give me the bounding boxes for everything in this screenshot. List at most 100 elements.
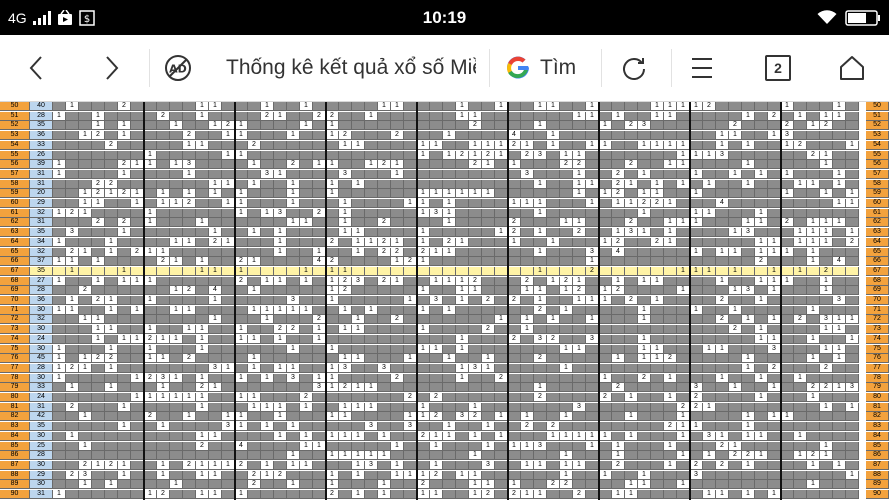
grid-cell (365, 363, 378, 373)
grid-cell (235, 344, 248, 354)
grid-cell: 2 (417, 431, 430, 441)
back-icon (29, 55, 43, 81)
grid-cell: 1 (118, 121, 131, 131)
grid-cell (92, 363, 105, 373)
grid-cell: 1 (92, 460, 105, 470)
grid-cell (235, 140, 248, 150)
grid-cell (469, 315, 482, 325)
grid-cell (66, 179, 79, 189)
forward-button[interactable] (90, 35, 134, 101)
grid-cell (508, 169, 521, 179)
grid-cell (157, 286, 170, 296)
grid-cell (833, 276, 846, 286)
table-row: 63 35 3 1 1 1 1 1 1 1 1 2 1 2 1 3 1 1 1 3 1 1 1 1 63 (0, 228, 889, 238)
grid-cell (794, 121, 807, 131)
grid-cell (742, 441, 755, 451)
grid-cell: 1 (664, 111, 677, 121)
grid-cell (365, 218, 378, 228)
grid-cell: 3 (690, 470, 703, 480)
grid-cell (300, 237, 313, 247)
reload-button[interactable] (616, 35, 652, 101)
grid-cell: 2 (235, 460, 248, 470)
grid-cell (599, 199, 612, 208)
grid-cell (742, 257, 755, 267)
grid-cell (92, 286, 105, 296)
grid-cell (53, 189, 66, 199)
grid-cell (820, 354, 833, 364)
grid-cell: 1 (53, 373, 66, 383)
grid-cell (378, 460, 391, 470)
grid-cell: 1 (443, 431, 456, 441)
grid-cell (547, 363, 560, 373)
grid-cell: 1 (157, 247, 170, 257)
ad-block-button[interactable]: AD (160, 35, 196, 101)
grid-cell: 2 (144, 334, 157, 344)
statistics-grid[interactable]: 50 40 1 2 1 1 1 1 1 1 1 1 1 1 1 1 1 1 1 2 1 1 50 51 28 1 1 2 1 2 1 2 2 1 1… (0, 102, 889, 500)
grid-cell (417, 266, 430, 276)
grid-cell (157, 441, 170, 451)
home-button[interactable] (834, 35, 870, 101)
grid-cell: 1 (664, 218, 677, 228)
grid-cell (846, 286, 859, 296)
google-search-button[interactable] (500, 35, 536, 101)
grid-cell: 1 (573, 150, 586, 160)
grid-cell (703, 218, 716, 228)
grid-cell (274, 296, 287, 305)
grid-cell (339, 344, 352, 354)
grid-cell (430, 266, 443, 276)
grid-cell (339, 480, 352, 490)
page-title[interactable]: Thống kê kết quả xổ số Miề (226, 35, 476, 101)
grid-cell (430, 373, 443, 383)
grid-cell (664, 131, 677, 141)
grid-cell (599, 160, 612, 170)
grid-cell: 1 (469, 402, 482, 412)
grid-cell: 2 (66, 402, 79, 412)
grid-cell: 2 (482, 490, 495, 499)
grid-cell (547, 393, 560, 402)
row-number-left: 66 (0, 257, 30, 267)
grid-cell (339, 296, 352, 305)
grid-cell: 4 (833, 257, 846, 267)
grid-cell (469, 218, 482, 228)
menu-button[interactable] (684, 35, 720, 101)
grid-cell (365, 189, 378, 199)
grid-cell (170, 490, 183, 499)
grid-cell: 1 (742, 111, 755, 121)
grid-cell: 1 (235, 131, 248, 141)
row-count: 30 (30, 480, 53, 490)
grid-cell (196, 296, 209, 305)
grid-cell (443, 363, 456, 373)
grid-cell (651, 160, 664, 170)
grid-cell: 1 (53, 305, 66, 315)
grid-cell (105, 111, 118, 121)
grid-cell (170, 266, 183, 276)
grid-cell (79, 111, 92, 121)
tab-switcher-button[interactable]: 2 (760, 35, 796, 101)
grid-cell: 1 (352, 179, 365, 189)
back-button[interactable] (14, 35, 58, 101)
grid-cell (729, 373, 742, 383)
grid-cell: 1 (417, 150, 430, 160)
grid-cell: 1 (157, 354, 170, 364)
grid-cell: 1 (378, 451, 391, 461)
grid-cell (79, 140, 92, 150)
grid-cell: 1 (365, 383, 378, 393)
grid-cell (105, 131, 118, 141)
grid-cell (729, 111, 742, 121)
row-count: 26 (30, 150, 53, 160)
grid-cell (53, 266, 66, 276)
grid-cell (482, 344, 495, 354)
grid-cell: 1 (482, 441, 495, 451)
grid-cell (183, 344, 196, 354)
grid-cell: 2 (729, 325, 742, 335)
grid-cell (183, 334, 196, 344)
search-label[interactable]: Tìm (540, 35, 576, 101)
grid-cell (521, 218, 534, 228)
grid-cell: 1 (690, 150, 703, 160)
grid-cell: 3 (469, 363, 482, 373)
grid-cell (612, 208, 625, 218)
grid-cell: 1 (118, 422, 131, 432)
grid-cell: 1 (287, 131, 300, 141)
grid-cell: 1 (144, 160, 157, 170)
grid-cell: 2 (807, 451, 820, 461)
